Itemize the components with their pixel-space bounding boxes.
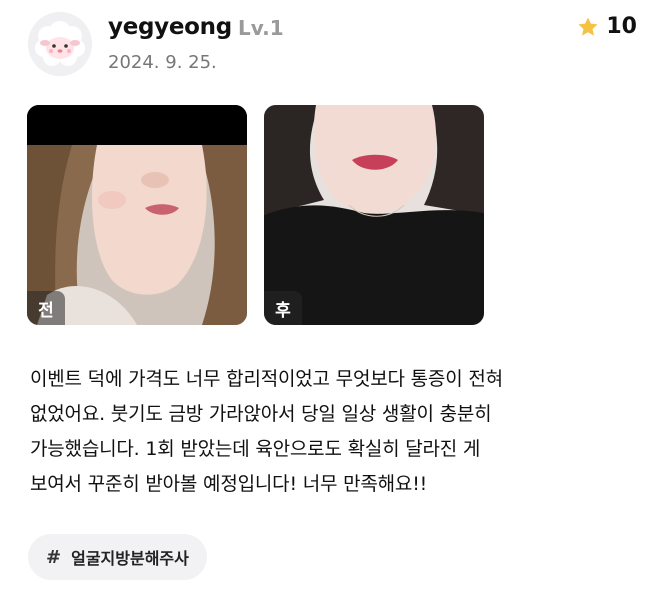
after-label: 후 xyxy=(264,291,302,325)
avatar[interactable] xyxy=(28,12,92,76)
before-photo[interactable]: 전 xyxy=(27,105,247,325)
star-icon xyxy=(578,17,598,36)
hashtag-chip[interactable]: # 얼굴지방분해주사 xyxy=(28,534,207,580)
user-level-badge: Lv.1 xyxy=(238,16,284,40)
sheep-avatar-icon xyxy=(28,12,92,76)
rating: 10 xyxy=(576,14,637,39)
review-text: 이벤트 덕에 가격도 너무 합리적이었고 무엇보다 통증이 전혀 없었어요. 붓… xyxy=(30,362,635,502)
review-line: 가능했습니다. 1회 받았는데 육안으로도 확실히 달라진 게 xyxy=(30,438,481,460)
review-date: 2024. 9. 25. xyxy=(108,52,217,73)
after-photo[interactable]: 후 xyxy=(264,105,484,325)
rating-score: 10 xyxy=(606,14,637,39)
review-line: 없었어요. 붓기도 금방 가라앉아서 당일 일상 생활이 충분히 xyxy=(30,403,492,425)
hashtag-icon: # xyxy=(46,546,62,568)
hashtag-label: 얼굴지방분해주사 xyxy=(71,549,189,568)
before-label: 전 xyxy=(27,291,65,325)
review-line: 이벤트 덕에 가격도 너무 합리적이었고 무엇보다 통증이 전혀 xyxy=(30,368,503,390)
username[interactable]: yegyeong xyxy=(108,14,232,40)
review-line: 보여서 꾸준히 받아볼 예정입니다! 너무 만족해요!! xyxy=(30,473,428,495)
